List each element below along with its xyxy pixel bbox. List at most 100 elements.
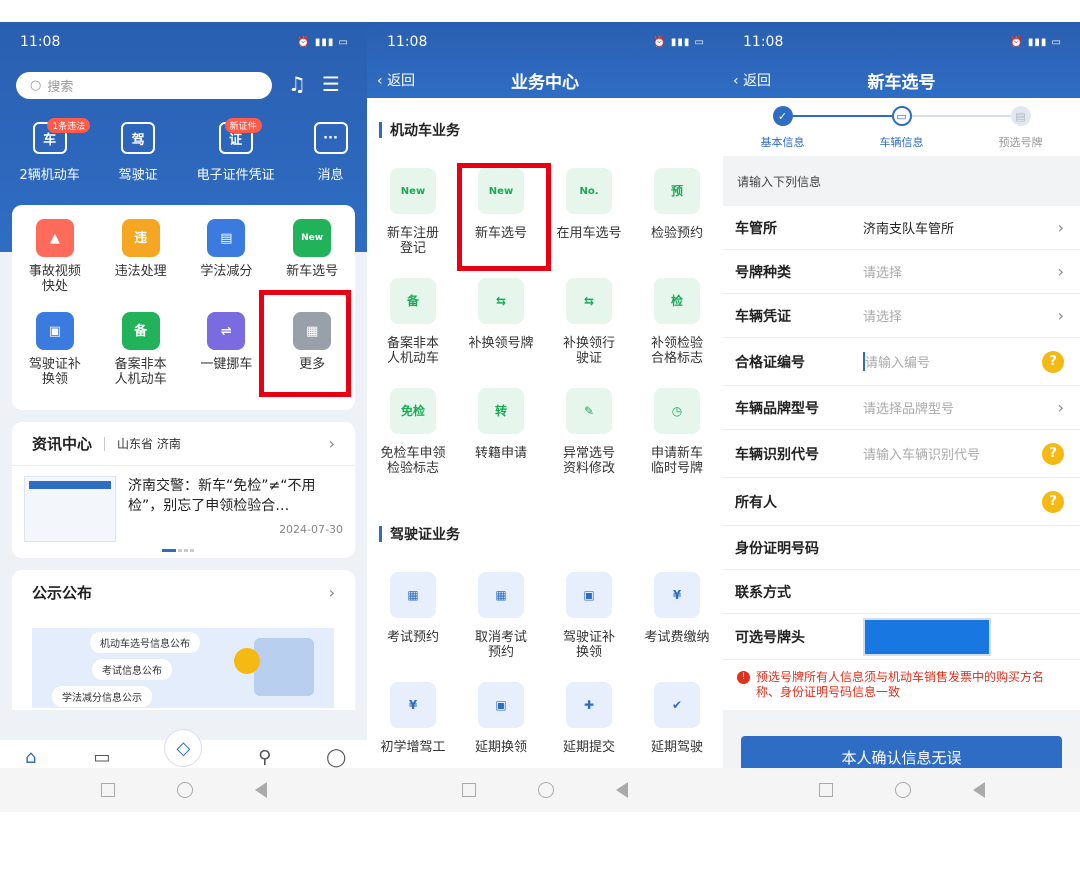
form-row-3[interactable]: 合格证编号 请输入编号? (723, 338, 1080, 386)
form-row-1[interactable]: 号牌种类 请选择 › (723, 250, 1080, 294)
back-button[interactable]: ‹ 返回 (377, 70, 415, 90)
service-item-4[interactable]: ▣ 驾驶证补 换领 (12, 312, 98, 387)
headset-icon[interactable]: ♫ (288, 72, 306, 96)
form-row-5[interactable]: 车辆识别代号 请输入车辆识别代号? (723, 430, 1080, 478)
menu-icon[interactable]: ☰ (322, 72, 340, 96)
chevron-right-icon: › (1057, 306, 1064, 325)
new-plate-screen: 11:08 ⏰ ▮▮▮ ▭ ‹ 返回 新车选号 ✓ 基本信息 ▭ 车辆信息 ▤ 预选号… (723, 22, 1080, 812)
form-row-2[interactable]: 车辆凭证 请选择 › (723, 294, 1080, 338)
business-item-0[interactable]: ▦ 考试预约 (369, 572, 457, 660)
tab-icon: ▭ (93, 746, 111, 768)
form-row-6[interactable]: 所有人? (723, 478, 1080, 526)
business-label: 补换领行 驶证 (562, 336, 615, 366)
form-row-9[interactable]: 可选号牌头 (723, 614, 1080, 660)
news-region: 山东省 济南 (117, 437, 181, 451)
shortcut-0[interactable]: 车 1条违法 2辆机动车 (19, 118, 91, 183)
business-item-1[interactable]: ▦ 取消考试 预约 (457, 572, 545, 660)
form-row-7[interactable]: 身份证明号码 (723, 526, 1080, 570)
shortcut-1[interactable]: 驾驾驶证 (119, 122, 158, 183)
business-icon: ¥ (390, 682, 436, 728)
status-bar: 11:08 ⏰ ▮▮▮ ▭ (367, 22, 723, 62)
check-icon: ✓ (772, 106, 793, 126)
business-item-5[interactable]: ▣ 延期换领 (457, 682, 545, 755)
business-item-0[interactable]: New 新车注册 登记 (369, 168, 457, 256)
shortcut-icon: 驾 (121, 122, 156, 154)
home-icon[interactable] (176, 782, 193, 798)
notice-banner[interactable]: 机动车选号信息公布 考试信息公布学法减分信息公示 (32, 628, 334, 708)
service-icon: 备 (121, 312, 160, 350)
service-icon: ⇌ (207, 312, 246, 350)
recent-apps-icon[interactable] (462, 783, 476, 797)
form-row-8[interactable]: 联系方式 (723, 570, 1080, 614)
step-indicator: ✓ 基本信息 ▭ 车辆信息 ▤ 预选号牌 (723, 98, 1080, 156)
megaphone-icon (234, 648, 260, 674)
recent-apps-icon[interactable] (100, 783, 115, 797)
business-label: 取消考试 预约 (474, 630, 527, 660)
service-item-6[interactable]: ⇌ 一键挪车 (184, 312, 270, 387)
home-icon[interactable] (538, 782, 554, 798)
back-icon[interactable] (972, 782, 985, 798)
notice-card: 公示公布 › 机动车选号信息公布 考试信息公布学法减分信息公示 (12, 570, 355, 710)
search-icon: ○ (30, 78, 42, 93)
form-row-4[interactable]: 车辆品牌型号 请选择品牌型号 › (723, 386, 1080, 430)
business-item-8[interactable]: 免检 免检车申领 检验标志 (369, 388, 457, 476)
notice-tag[interactable]: 学法减分信息公示 (52, 686, 152, 707)
business-icon: ▦ (390, 572, 436, 618)
home-icon[interactable] (894, 782, 911, 798)
back-button[interactable]: ‹ 返回 (733, 70, 771, 90)
search-placeholder: 搜索 (47, 80, 74, 95)
business-item-7[interactable]: 检补领检验 合格标志 (633, 278, 721, 366)
business-item-7[interactable]: ✔ 延期驾驶 (633, 682, 721, 755)
business-icon: ⇆ (566, 278, 612, 324)
service-item-5[interactable]: 备备案非本 人机动车 (98, 312, 184, 387)
plate-prefix-box[interactable] (863, 617, 991, 656)
business-item-5[interactable]: ⇆ 补换领号牌 (457, 278, 545, 366)
form-row-0[interactable]: 车管所 济南支队车管所 › (723, 206, 1080, 250)
business-item-10[interactable]: ✎ 异常选号 资料修改 (545, 388, 633, 476)
news-header[interactable]: 资讯中心 山东省 济南 › (12, 422, 355, 466)
service-item-1[interactable]: 违违法处理 (98, 219, 184, 294)
search-input[interactable]: ○ 搜索 (16, 72, 272, 99)
service-label: 一键挪车 (200, 357, 253, 372)
notice-tag[interactable]: 考试信息公布 (92, 659, 172, 680)
notice-tag[interactable]: 机动车选号信息公布 (90, 632, 200, 653)
service-item-3[interactable]: New 新车选号 (269, 219, 355, 294)
select-header: 11:08 ⏰ ▮▮▮ ▭ ‹ 返回 新车选号 (723, 22, 1080, 98)
business-item-3[interactable]: 预检验预约 (633, 168, 721, 256)
recent-apps-icon[interactable] (818, 783, 833, 797)
back-icon[interactable] (254, 782, 267, 798)
business-item-3[interactable]: ¥ 考试费缴纳 (633, 572, 721, 660)
business-item-9[interactable]: 转转籍申请 (457, 388, 545, 476)
service-item-0[interactable]: ▲ 事故视频 快处 (12, 219, 98, 294)
tab-icon: ⚲ (258, 746, 272, 768)
business-item-6[interactable]: ⇆ 补换领行 驶证 (545, 278, 633, 366)
service-item-2[interactable]: ▤ 学法减分 (184, 219, 270, 294)
field-label: 所有人 (735, 494, 777, 511)
business-item-6[interactable]: ✚ 延期提交 (545, 682, 633, 755)
business-item-2[interactable]: No. 在用车选号 (545, 168, 633, 256)
business-item-4[interactable]: 备备案非本 人机动车 (369, 278, 457, 366)
business-icon: ✎ (566, 388, 612, 434)
help-icon[interactable]: ? (1042, 350, 1064, 373)
badge: 1条违法 (47, 118, 91, 133)
business-label: 补领检验 合格标志 (650, 336, 703, 366)
highlight-new-car-plate (457, 163, 551, 271)
business-item-4[interactable]: ¥ 初学增驾工 (369, 682, 457, 755)
status-time: 11:08 (743, 34, 784, 50)
business-item-2[interactable]: ▣ 驾驶证补 换领 (545, 572, 633, 660)
shortcut-3[interactable]: ··· 消息 (313, 122, 348, 183)
business-label: 驾驶证补 换领 (562, 630, 615, 660)
news-item[interactable]: 济南交警：新车“免检”≠“不用检”，别忘了申领检验合… 2024-07-30 (12, 466, 355, 552)
step-2: ▭ 车辆信息 (847, 106, 957, 156)
shortcut-2[interactable]: 证新证件 电子证件凭证 (197, 118, 275, 183)
highlight-more (259, 290, 351, 397)
help-icon[interactable]: ? (1042, 490, 1064, 513)
business-item-11[interactable]: ◷ 申请新车 临时号牌 (633, 388, 721, 476)
business-icon: ▦ (478, 572, 524, 618)
section-title-license: 驾驶证业务 (367, 524, 723, 544)
back-icon[interactable] (616, 782, 628, 798)
notice-header[interactable]: 公示公布 › (12, 570, 355, 614)
help-icon[interactable]: ? (1042, 442, 1064, 465)
business-label: 异常选号 资料修改 (562, 446, 615, 476)
shortcut-label: 2辆机动车 (19, 168, 80, 183)
